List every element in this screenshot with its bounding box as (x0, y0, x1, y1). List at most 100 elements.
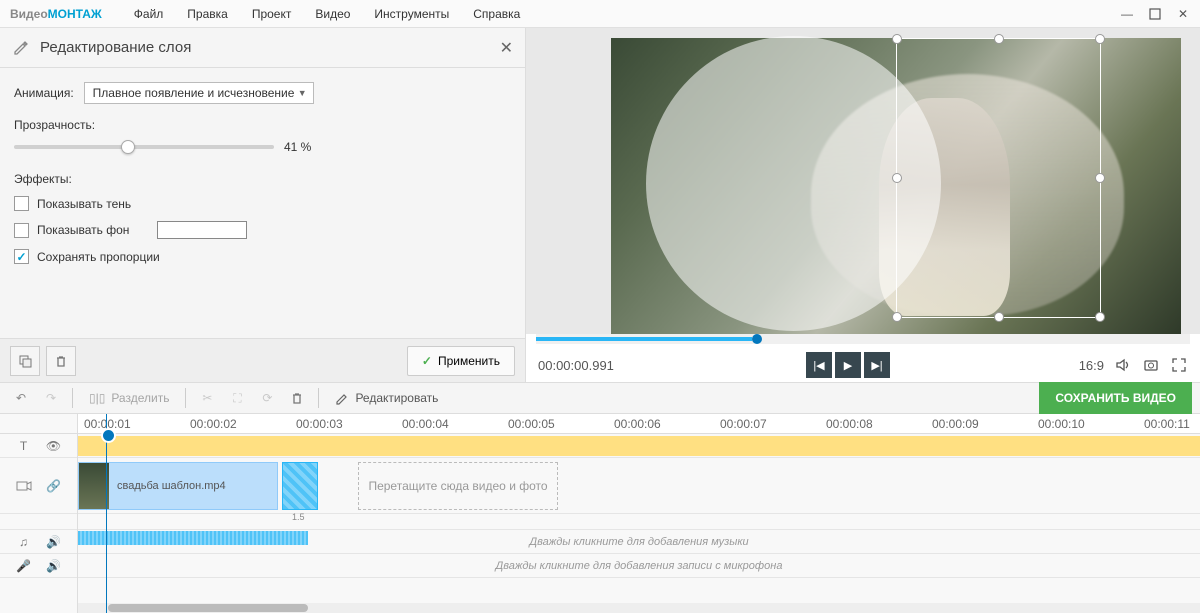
trash-button[interactable] (284, 385, 310, 411)
prev-button[interactable]: |◀ (806, 352, 832, 378)
tick-8: 00:00:08 (826, 417, 873, 431)
show-shadow-checkbox[interactable] (14, 196, 29, 211)
logo-text-b: МОНТАЖ (48, 7, 102, 21)
apply-button[interactable]: ✓ Применить (407, 346, 515, 376)
preview-canvas[interactable] (526, 28, 1200, 334)
copy-button[interactable] (10, 346, 40, 376)
music-track-head: ♫ 🔊 (0, 530, 77, 554)
resize-handle-n[interactable] (994, 34, 1004, 44)
timeline-scrollbar[interactable] (78, 603, 1200, 613)
resize-handle-sw[interactable] (892, 312, 902, 322)
menu-project[interactable]: Проект (240, 7, 304, 21)
delete-button[interactable] (46, 346, 76, 376)
cut-button[interactable]: ✂ (194, 385, 220, 411)
text-track[interactable] (78, 434, 1200, 458)
visibility-icon[interactable]: 👁 (45, 437, 63, 455)
opacity-slider[interactable] (14, 145, 274, 149)
video-track[interactable]: свадьба шаблон.mp4 1.5 Перетащите сюда в… (78, 458, 1200, 514)
keep-ratio-checkbox[interactable] (14, 249, 29, 264)
next-button[interactable]: ▶| (864, 352, 890, 378)
keep-ratio-label: Сохранять пропорции (37, 250, 160, 264)
link-icon[interactable]: 🔗 (45, 477, 63, 495)
animation-value: Плавное появление и исчезновение (93, 86, 295, 100)
panel-body: Анимация: Плавное появление и исчезновен… (0, 68, 525, 338)
selection-box[interactable] (896, 38, 1101, 318)
resize-handle-se[interactable] (1095, 312, 1105, 322)
dropzone-label: Перетащите сюда видео и фото (368, 478, 547, 495)
timecode: 00:00:00.991 (538, 358, 768, 373)
mic-volume-icon[interactable]: 🔊 (45, 557, 63, 575)
snapshot-icon[interactable] (1142, 356, 1160, 374)
maximize-icon[interactable] (1148, 7, 1162, 21)
edit-clip-button[interactable]: Редактировать (327, 391, 446, 405)
crop-button[interactable]: ⛶ (224, 385, 250, 411)
rotate-button[interactable]: ⟳ (254, 385, 280, 411)
volume-icon[interactable] (1114, 356, 1132, 374)
resize-handle-s[interactable] (994, 312, 1004, 322)
tick-11: 00:00:11 (1144, 417, 1190, 431)
show-bg-checkbox[interactable] (14, 223, 29, 238)
effects-label: Эффекты: (14, 172, 511, 186)
preview-area: 00:00:00.991 |◀ ▶ ▶| 16:9 (526, 28, 1200, 382)
resize-handle-e[interactable] (1095, 173, 1105, 183)
menu-file[interactable]: Файл (122, 7, 176, 21)
scrub-thumb[interactable] (752, 334, 762, 344)
tick-3: 00:00:03 (296, 417, 343, 431)
close-icon[interactable]: ✕ (1176, 7, 1190, 21)
split-icon: ▯|▯ (89, 391, 105, 405)
menu-tools[interactable]: Инструменты (362, 7, 461, 21)
save-video-button[interactable]: СОХРАНИТЬ ВИДЕО (1039, 382, 1192, 414)
audio-wave-track[interactable] (78, 514, 1200, 530)
workspace: Редактирование слоя ✕ Анимация: Плавное … (0, 28, 1200, 382)
redo-button[interactable]: ↷ (38, 385, 64, 411)
music-hint: Дважды кликните для добавления музыки (78, 536, 1200, 548)
menu-edit[interactable]: Правка (175, 7, 240, 21)
music-volume-icon[interactable]: 🔊 (45, 533, 63, 551)
check-icon: ✓ (422, 354, 432, 368)
mic-track[interactable]: Дважды кликните для добавления записи с … (78, 554, 1200, 578)
resize-handle-ne[interactable] (1095, 34, 1105, 44)
panel-footer: ✓ Применить (0, 338, 525, 382)
split-button[interactable]: ▯|▯ Разделить (81, 391, 177, 405)
tick-10: 00:00:10 (1038, 417, 1085, 431)
timeline: T 👁 🔗 ♫ 🔊 🎤 🔊 00:00:01 00:00:02 00:00:03… (0, 414, 1200, 613)
text-icon[interactable]: T (15, 437, 33, 455)
aspect-ratio: 16:9 (1079, 358, 1104, 373)
preview-scrubber[interactable] (536, 334, 1190, 344)
edit-clip-label: Редактировать (355, 391, 438, 405)
opacity-slider-thumb[interactable] (121, 140, 135, 154)
tick-2: 00:00:02 (190, 417, 237, 431)
minimize-icon[interactable]: — (1120, 7, 1134, 21)
show-shadow-label: Показывать тень (37, 197, 131, 211)
timeline-ruler[interactable]: 00:00:01 00:00:02 00:00:03 00:00:04 00:0… (78, 414, 1200, 434)
overlay-clip[interactable] (282, 462, 318, 510)
music-icon[interactable]: ♫ (15, 533, 33, 551)
resize-handle-nw[interactable] (892, 34, 902, 44)
fullscreen-icon[interactable] (1170, 356, 1188, 374)
menubar: ВидеоМОНТАЖ Файл Правка Проект Видео Инс… (0, 0, 1200, 28)
resize-handle-w[interactable] (892, 173, 902, 183)
menu-video[interactable]: Видео (303, 7, 362, 21)
music-track[interactable]: Дважды кликните для добавления музыки (78, 530, 1200, 554)
scrub-progress (536, 337, 752, 341)
camera-icon[interactable] (15, 477, 33, 495)
video-dropzone[interactable]: Перетащите сюда видео и фото (358, 462, 558, 510)
bg-color-swatch[interactable] (157, 221, 247, 239)
timeline-scrollbar-thumb[interactable] (108, 604, 308, 612)
animation-select[interactable]: Плавное появление и исчезновение (84, 82, 314, 104)
text-overlay-region[interactable] (78, 436, 1200, 456)
undo-button[interactable]: ↶ (8, 385, 34, 411)
menu-help[interactable]: Справка (461, 7, 532, 21)
video-clip[interactable]: свадьба шаблон.mp4 (78, 462, 278, 510)
timeline-track-heads: T 👁 🔗 ♫ 🔊 🎤 🔊 (0, 414, 78, 613)
panel-close-button[interactable]: ✕ (500, 38, 513, 58)
clip-thumbnail (79, 463, 109, 509)
animation-label: Анимация: (14, 86, 74, 100)
timeline-tracks[interactable]: 00:00:01 00:00:02 00:00:03 00:00:04 00:0… (78, 414, 1200, 613)
play-button[interactable]: ▶ (835, 352, 861, 378)
mic-icon[interactable]: 🎤 (15, 557, 33, 575)
edit-icon (12, 39, 30, 57)
playhead[interactable] (106, 414, 107, 613)
video-track-head: 🔗 (0, 458, 77, 514)
preview-controls: 00:00:00.991 |◀ ▶ ▶| 16:9 (526, 348, 1200, 382)
